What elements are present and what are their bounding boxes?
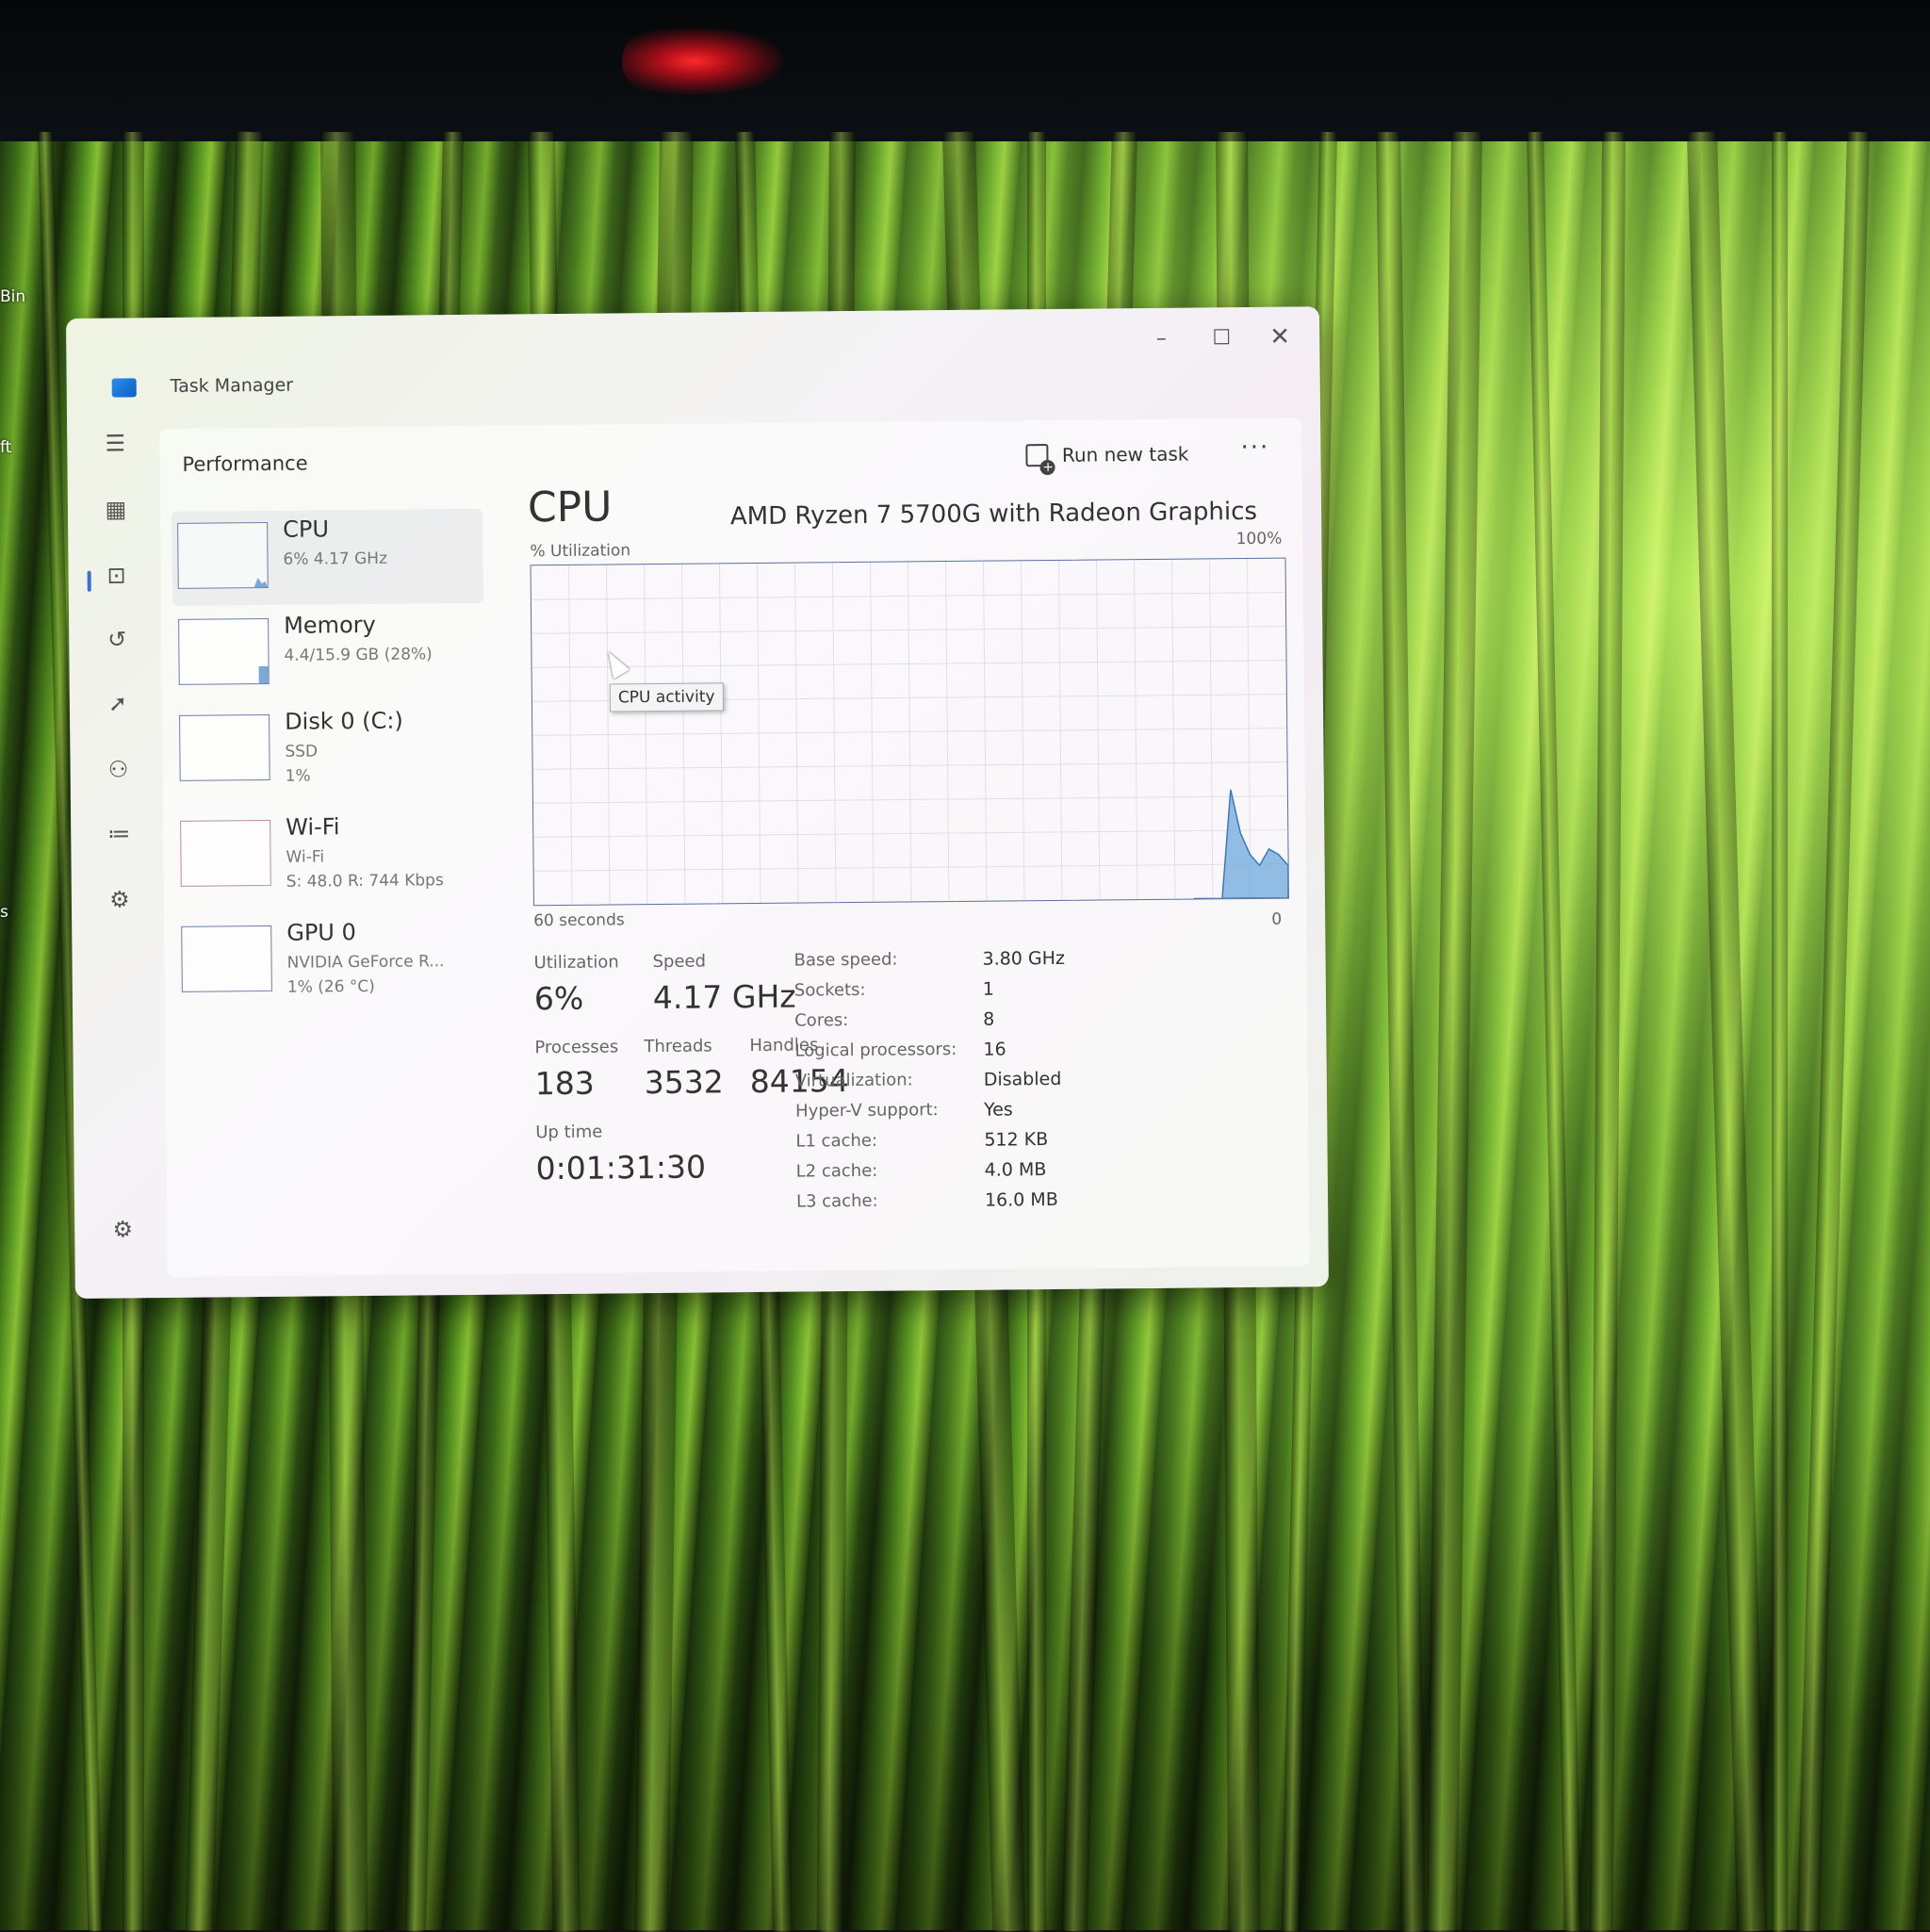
graph-tooltip: CPU activity xyxy=(609,682,724,712)
graph-y-max-label: 100% xyxy=(1235,529,1283,549)
resource-item-disk[interactable]: Disk 0 (C:) SSD 1% xyxy=(173,701,485,798)
settings-icon[interactable]: ⚙ xyxy=(110,1216,135,1242)
spec-label: L1 cache: xyxy=(795,1130,878,1152)
spec-label: Logical processors: xyxy=(794,1039,957,1061)
more-options-button[interactable]: ··· xyxy=(1240,434,1269,462)
spec-value: 16.0 MB xyxy=(984,1188,1058,1211)
spec-value: 3.80 GHz xyxy=(982,947,1065,970)
uptime-value: 0:01:31:30 xyxy=(535,1148,707,1187)
resource-detail-2: 1% xyxy=(285,766,311,786)
resource-item-cpu[interactable]: CPU 6% 4.17 GHz xyxy=(171,508,483,606)
threads-value: 3532 xyxy=(644,1063,724,1102)
threads-stat: Threads 3532 xyxy=(644,1036,724,1101)
resource-detail: SSD xyxy=(285,742,319,761)
spec-label: Hyper-V support: xyxy=(795,1100,939,1122)
cpu-utilization-area xyxy=(1193,789,1288,900)
memory-thumbnail-graph xyxy=(178,617,270,685)
title-bar[interactable]: Task Manager – ☐ ✕ xyxy=(66,306,1320,398)
resource-name: CPU xyxy=(283,516,330,543)
startup-apps-icon[interactable]: ➚ xyxy=(106,690,130,716)
resource-name: Wi-Fi xyxy=(286,813,340,841)
wifi-thumbnail-graph xyxy=(180,819,271,887)
spec-value: 1 xyxy=(982,978,995,1000)
resource-detail-2: 1% (26 °C) xyxy=(286,976,375,997)
window-title: Task Manager xyxy=(170,374,294,397)
speed-label: Speed xyxy=(652,951,707,973)
cpu-utilization-graph[interactable]: CPU activity xyxy=(530,557,1289,907)
spec-value: 512 KB xyxy=(984,1129,1049,1151)
minimize-button[interactable]: – xyxy=(1135,318,1187,360)
speed-stat: Speed 4.17 GHz xyxy=(652,951,796,1017)
users-icon[interactable]: ⚇ xyxy=(106,756,130,782)
resource-name: GPU 0 xyxy=(286,919,356,946)
cpu-model-name: AMD Ryzen 7 5700G with Radeon Graphics xyxy=(729,497,1258,532)
details-icon[interactable]: ≔ xyxy=(106,820,131,846)
resource-detail-2: S: 48.0 R: 744 Kbps xyxy=(286,871,444,892)
spec-value: 4.0 MB xyxy=(984,1159,1047,1181)
threads-label: Threads xyxy=(644,1036,712,1057)
resource-item-gpu[interactable]: GPU 0 NVIDIA GeForce R... 1% (26 °C) xyxy=(175,912,487,1009)
app-history-icon[interactable]: ↺ xyxy=(105,626,129,652)
desktop-icon-label-store[interactable]: s xyxy=(0,903,8,922)
bamboo-stalk xyxy=(1772,132,1788,1932)
cpu-heading: CPU xyxy=(527,483,613,532)
navigation-rail: ☰ ▦ ⊡ ↺ ➚ ⚇ ≔ ⚙ ⚙ xyxy=(86,430,151,1280)
spec-value: 16 xyxy=(983,1039,1006,1060)
spec-label: Cores: xyxy=(794,1010,849,1031)
spec-value: Yes xyxy=(983,1099,1013,1121)
spec-value: 8 xyxy=(983,1008,995,1030)
utilization-label: Utilization xyxy=(533,952,619,974)
task-manager-window: Task Manager – ☐ ✕ ☰ ▦ ⊡ ↺ ➚ ⚇ ≔ ⚙ ⚙ Per… xyxy=(66,306,1329,1299)
processes-value: 183 xyxy=(534,1064,595,1103)
run-new-task-button[interactable]: Run new task xyxy=(1025,436,1189,474)
cpu-graph-canvas xyxy=(531,558,1288,905)
graph-x-min-label: 0 xyxy=(1271,909,1283,929)
resource-detail: NVIDIA GeForce R... xyxy=(286,952,445,973)
desktop-icon-label-recycle-bin[interactable]: Bin xyxy=(0,287,25,306)
resource-name: Memory xyxy=(284,611,376,639)
spec-label: L3 cache: xyxy=(795,1190,878,1212)
utilization-value: 6% xyxy=(533,979,584,1018)
page-title: Performance xyxy=(182,451,308,476)
task-manager-app-icon xyxy=(111,378,137,398)
resource-item-wifi[interactable]: Wi-Fi Wi-Fi S: 48.0 R: 744 Kbps xyxy=(174,807,486,904)
utilization-stat: Utilization 6% xyxy=(533,952,619,1017)
nav-active-indicator xyxy=(87,570,91,592)
graph-x-axis-label: 60 seconds xyxy=(533,910,625,931)
performance-page: Performance Run new task ··· CPU 6% 4.17… xyxy=(159,418,1310,1278)
speed-value: 4.17 GHz xyxy=(652,977,796,1017)
maximize-button[interactable]: ☐ xyxy=(1195,317,1248,359)
resource-item-memory[interactable]: Memory 4.4/15.9 GB (28%) xyxy=(172,605,484,702)
services-icon[interactable]: ⚙ xyxy=(107,886,132,912)
uptime-label: Up time xyxy=(535,1122,603,1143)
processes-stat: Processes 183 xyxy=(534,1037,618,1102)
gpu-thumbnail-graph xyxy=(181,925,272,992)
resource-detail: 4.4/15.9 GB (28%) xyxy=(284,645,433,665)
hamburger-icon[interactable]: ☰ xyxy=(103,430,127,456)
resource-detail: Wi-Fi xyxy=(286,847,325,867)
spec-label: Base speed: xyxy=(793,949,898,971)
uptime-stat: Up time 0:01:31:30 xyxy=(535,1122,706,1187)
spec-label: L2 cache: xyxy=(795,1160,878,1182)
performance-icon[interactable]: ⊡ xyxy=(104,562,128,588)
processes-icon[interactable]: ▦ xyxy=(104,496,128,522)
run-new-task-label: Run new task xyxy=(1061,442,1189,467)
graph-y-axis-label: % Utilization xyxy=(530,541,631,562)
spec-label: Sockets: xyxy=(793,979,866,1001)
disk-thumbnail-graph xyxy=(179,713,270,781)
webcam-light xyxy=(622,28,782,94)
run-new-task-icon xyxy=(1025,443,1050,467)
resource-name: Disk 0 (C:) xyxy=(284,707,403,735)
close-button[interactable]: ✕ xyxy=(1253,316,1306,358)
cpu-thumbnail-graph xyxy=(177,521,269,589)
spec-label: Virtualization: xyxy=(794,1070,913,1091)
cpu-specs-table: Base speed: 3.80 GHz Sockets: 1 Cores: 8… xyxy=(159,418,1301,1212)
desktop-icon-label-edge[interactable]: ft xyxy=(0,438,11,457)
processes-label: Processes xyxy=(534,1037,619,1058)
resource-detail: 6% 4.17 GHz xyxy=(283,548,388,569)
spec-value: Disabled xyxy=(983,1068,1062,1090)
